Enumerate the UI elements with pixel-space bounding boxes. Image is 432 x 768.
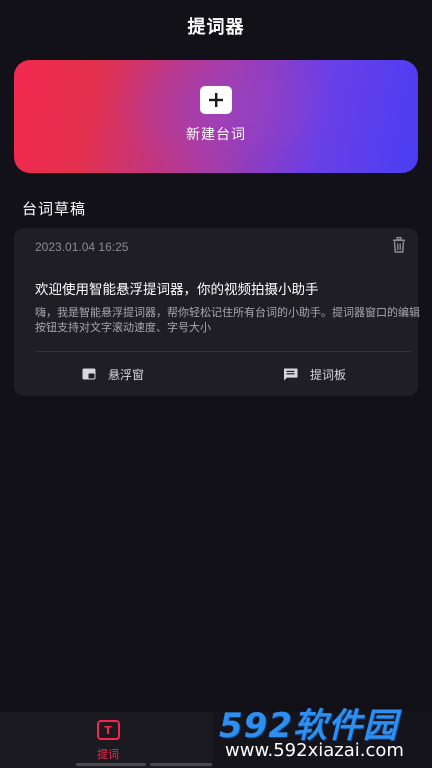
home-indicator: [150, 763, 212, 766]
drafts-section-title: 台词草稿: [22, 200, 87, 218]
page-title: 提词器: [187, 17, 245, 38]
home-indicator: [76, 763, 146, 766]
trash-icon[interactable]: [390, 236, 408, 254]
draft-card[interactable]: 2023.01.04 16:25 欢迎使用智能悬浮提词器，你的视频拍摄小助手 嗨…: [14, 228, 420, 396]
prompter-tab-icon: T: [96, 720, 120, 740]
plus-icon: [200, 85, 232, 114]
draft-headline: 欢迎使用智能悬浮提词器，你的视频拍摄小助手: [35, 282, 319, 298]
float-window-icon: [82, 368, 96, 380]
prompter-board-label: 提词板: [310, 367, 347, 382]
app-screen: 提词器 新建台词 台词草稿 2023.01.04 16:25 欢迎使用智能悬浮提…: [0, 0, 432, 768]
float-window-button[interactable]: 悬浮窗: [82, 363, 144, 385]
top-bar: 提词器: [0, 0, 432, 52]
message-icon: [283, 368, 298, 380]
watermark: 592软件园 www.592xiazai.com: [213, 688, 432, 768]
tab-prompter-label: 提词: [97, 748, 119, 761]
divider: [35, 351, 411, 352]
watermark-url: www.592xiazai.com: [225, 740, 404, 761]
new-script-button[interactable]: 新建台词: [14, 60, 418, 173]
float-window-label: 悬浮窗: [108, 367, 145, 382]
draft-date: 2023.01.04 16:25: [35, 240, 129, 254]
tab-prompter[interactable]: T 提词: [88, 720, 128, 764]
draft-body: 嗨，我是智能悬浮提词器，帮你轻松记住所有台词的小助手。提词器窗口的编辑按钮支持对…: [35, 306, 420, 334]
new-script-label: 新建台词: [186, 126, 246, 143]
prompter-board-button[interactable]: 提词板: [283, 363, 346, 385]
